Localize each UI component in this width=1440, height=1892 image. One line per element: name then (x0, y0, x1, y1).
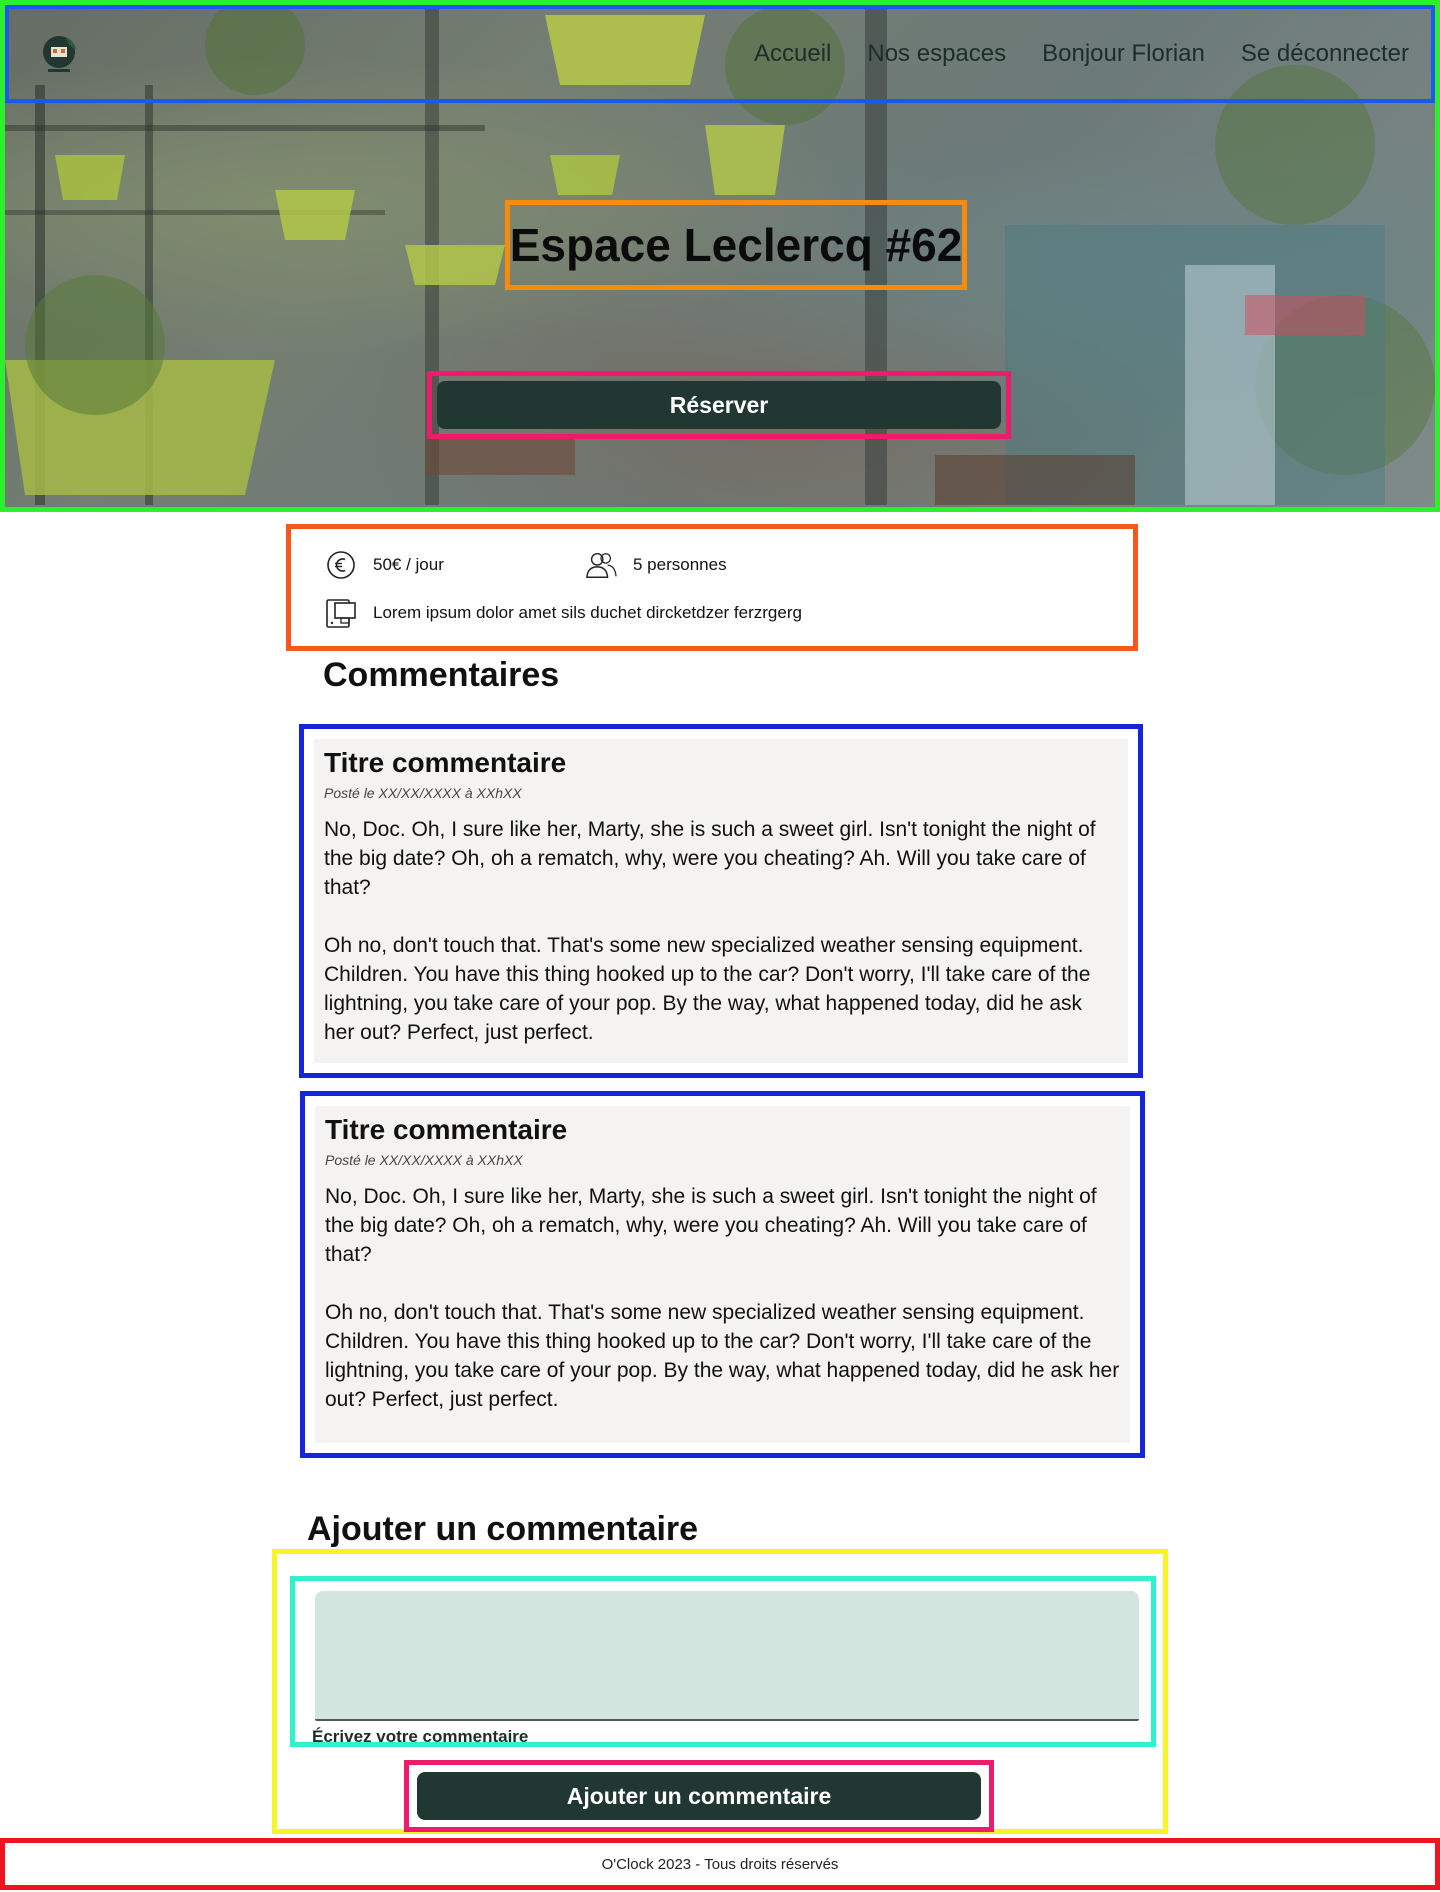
comment-title: Titre commentaire (325, 1114, 568, 1145)
comments-heading: Commentaires (323, 656, 560, 694)
nav-link-nos-espaces[interactable]: Nos espaces (867, 40, 1006, 68)
comment-body: No, Doc. Oh, I sure like her, Marty, she… (324, 815, 1118, 1047)
hero-banner: Accueil Nos espaces Bonjour Florian Se d… (0, 0, 1440, 512)
price-info: 50€ / jour (325, 549, 585, 581)
comment-date: Posté le XX/XX/XXXX à XXhXX (325, 1152, 523, 1168)
comment-paragraph: Oh no, don't touch that. That's some new… (325, 1301, 1120, 1411)
comment-textarea[interactable] (315, 1591, 1139, 1721)
info-row-main: 50€ / jour 5 personnes (325, 547, 1133, 583)
add-comment-heading: Ajouter un commentaire (307, 1510, 699, 1548)
comment-field-label: Écrivez votre commentaire (312, 1727, 529, 1746)
reserve-button[interactable]: Réserver (437, 381, 1001, 429)
comment-field-frame: Écrivez votre commentaire (290, 1576, 1156, 1747)
add-comment-button[interactable]: Ajouter un commentaire (417, 1772, 981, 1820)
footer-copyright: O'Clock 2023 - Tous droits réservés (601, 1855, 839, 1873)
page-title: Espace Leclercq #62 (509, 219, 963, 271)
nav-link-user-greeting[interactable]: Bonjour Florian (1042, 40, 1205, 68)
navbar: Accueil Nos espaces Bonjour Florian Se d… (5, 5, 1435, 103)
equipment-text: Lorem ipsum dolor amet sils duchet dirck… (373, 603, 802, 622)
capacity-text: 5 personnes (633, 555, 727, 574)
capacity-info: 5 personnes (585, 549, 727, 581)
people-icon (585, 549, 617, 581)
info-row-equipment: Lorem ipsum dolor amet sils duchet dirck… (325, 595, 1133, 631)
comment-title: Titre commentaire (324, 747, 567, 778)
comment-card: Titre commentaire Posté le XX/XX/XXXX à … (314, 739, 1128, 1063)
comment-card-frame: Titre commentaire Posté le XX/XX/XXXX à … (299, 724, 1143, 1078)
comment-paragraph: No, Doc. Oh, I sure like her, Marty, she… (325, 1185, 1097, 1266)
price-text: 50€ / jour (373, 555, 444, 574)
footer: O'Clock 2023 - Tous droits réservés (0, 1838, 1440, 1890)
space-info: 50€ / jour 5 personnes Lorem ipsum dolor… (286, 524, 1138, 651)
comment-paragraph: Oh no, don't touch that. That's some new… (324, 934, 1091, 1044)
comment-body: No, Doc. Oh, I sure like her, Marty, she… (325, 1182, 1120, 1414)
euro-icon (325, 549, 357, 581)
hero-title-frame: Espace Leclercq #62 (505, 200, 967, 290)
comment-card-frame: Titre commentaire Posté le XX/XX/XXXX à … (300, 1091, 1145, 1458)
nav-link-logout[interactable]: Se déconnecter (1241, 40, 1409, 68)
reserve-button-frame: Réserver (427, 371, 1011, 439)
nav-links: Accueil Nos espaces Bonjour Florian Se d… (754, 40, 1409, 68)
add-comment-button-frame: Ajouter un commentaire (404, 1760, 994, 1832)
nav-link-accueil[interactable]: Accueil (754, 40, 831, 68)
comment-paragraph: No, Doc. Oh, I sure like her, Marty, she… (324, 818, 1096, 899)
comment-date: Posté le XX/XX/XXXX à XXhXX (324, 785, 522, 801)
add-comment-form: Écrivez votre commentaire Ajouter un com… (272, 1549, 1168, 1834)
logo-icon[interactable] (35, 30, 83, 78)
devices-icon (325, 597, 357, 629)
comment-card: Titre commentaire Posté le XX/XX/XXXX à … (315, 1106, 1130, 1443)
